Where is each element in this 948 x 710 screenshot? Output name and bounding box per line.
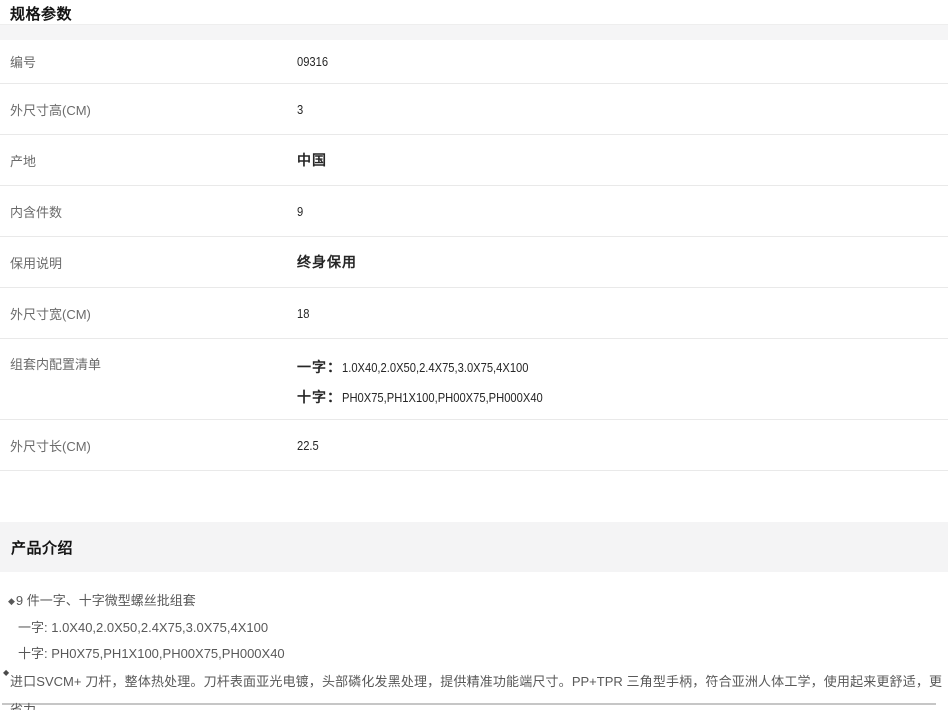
spec-label: 产地 — [0, 151, 297, 170]
intro-body: ◆9 件一字、十字微型螺丝批组套 一字: 1.0X40,2.0X50,2.4X7… — [0, 572, 948, 710]
section-gap — [0, 471, 948, 522]
spec-value: 3 — [297, 102, 303, 117]
spec-label: 内含件数 — [0, 202, 297, 221]
spec-value: 终身保用 — [297, 252, 357, 272]
spec-label: 外尺寸宽(CM) — [0, 304, 297, 323]
spec-label: 外尺寸高(CM) — [0, 100, 297, 119]
spec-row-length: 外尺寸长(CM) 22.5 — [0, 420, 948, 471]
spec-table: 编号 09316 外尺寸高(CM) 3 产地 中国 内含件数 9 保用说明 终身… — [0, 40, 948, 471]
spec-label: 保用说明 — [0, 253, 297, 272]
spec-label: 组套内配置清单 — [0, 352, 297, 373]
spec-config-list: 一字：1.0X40,2.0X50,2.4X75,3.0X75,4X100 十字：… — [297, 352, 575, 412]
spec-value: 22.5 — [297, 438, 319, 453]
config-line-slotted: 一字：1.0X40,2.0X50,2.4X75,3.0X75,4X100 — [297, 352, 575, 382]
diamond-bullet-icon: ◆ — [3, 668, 9, 677]
spec-row-origin: 产地 中国 — [0, 135, 948, 186]
spec-row-set-contents: 组套内配置清单 一字：1.0X40,2.0X50,2.4X75,3.0X75,4… — [0, 339, 948, 420]
config-values: 1.0X40,2.0X50,2.4X75,3.0X75,4X100 — [342, 353, 528, 383]
config-prefix: 十字： — [297, 389, 342, 405]
spec-section-title: 规格参数 — [0, 0, 948, 24]
spec-label: 外尺寸长(CM) — [0, 436, 297, 455]
intro-line-phillips: 十字: PH0X75,PH1X100,PH00X75,PH000X40 — [8, 641, 940, 667]
spec-value: 18 — [297, 306, 309, 321]
intro-section-title: 产品介绍 — [11, 537, 73, 558]
config-line-phillips: 十字：PH0X75,PH1X100,PH00X75,PH000X40 — [297, 382, 575, 412]
spec-row-piece-count: 内含件数 9 — [0, 186, 948, 237]
intro-line-slotted: 一字: 1.0X40,2.0X50,2.4X75,3.0X75,4X100 — [8, 615, 940, 641]
spec-value: 09316 — [297, 54, 328, 69]
spec-value: 中国 — [297, 150, 327, 170]
spec-row-warranty: 保用说明 终身保用 — [0, 237, 948, 288]
diamond-bullet-icon: ◆ — [8, 596, 15, 606]
intro-section-header: 产品介绍 — [0, 522, 948, 572]
intro-paragraph: 进口SVCM+ 刀杆，整体热处理。刀杆表面亚光电镀，头部磷化发黑处理，提供精准功… — [8, 668, 942, 710]
spec-row-height: 外尺寸高(CM) 3 — [0, 84, 948, 135]
config-prefix: 一字： — [297, 359, 342, 375]
product-detail-page: 规格参数 编号 09316 外尺寸高(CM) 3 产地 中国 内含件数 9 保用… — [0, 0, 948, 710]
config-values: PH0X75,PH1X100,PH00X75,PH000X40 — [342, 383, 543, 413]
intro-headline: ◆9 件一字、十字微型螺丝批组套 — [8, 587, 940, 615]
spec-row-width: 外尺寸宽(CM) 18 — [0, 288, 948, 339]
spec-row-item-number: 编号 09316 — [0, 40, 948, 84]
intro-headline-text: 9 件一字、十字微型螺丝批组套 — [16, 593, 196, 608]
spec-value: 9 — [297, 204, 303, 219]
section-divider-band — [0, 24, 948, 40]
spec-label: 编号 — [0, 52, 297, 71]
